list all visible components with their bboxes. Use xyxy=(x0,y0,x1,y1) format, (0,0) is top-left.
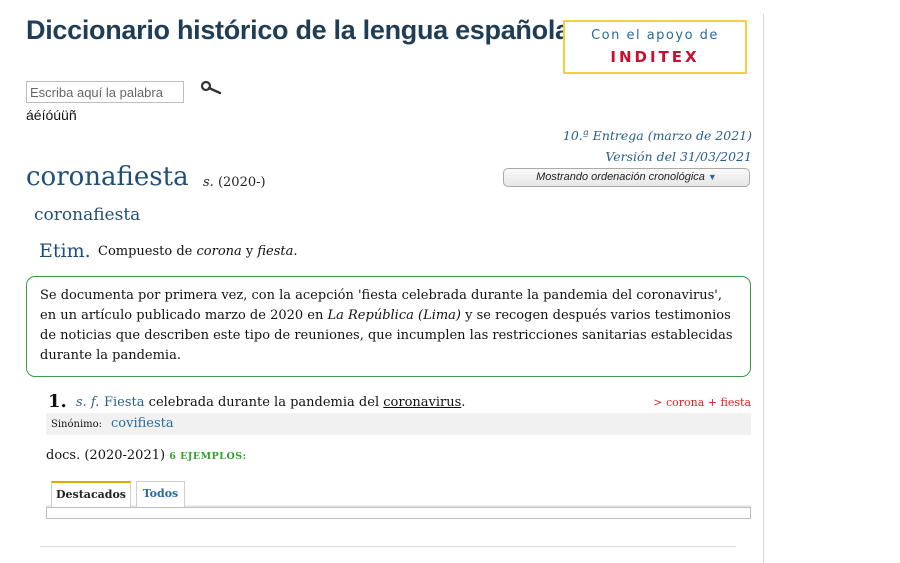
search-input[interactable] xyxy=(26,81,184,103)
etim-word-1: corona xyxy=(196,244,242,259)
sense-number: 1. xyxy=(48,391,67,412)
definition-link-fiesta[interactable]: Fiesta xyxy=(104,395,145,410)
definition-text: celebrada durante la pandemia del xyxy=(144,395,384,410)
sense-grammar: s. f. xyxy=(76,395,100,410)
tab-todos[interactable]: Todos xyxy=(136,481,185,507)
accent-characters[interactable]: áéíóúüñ xyxy=(26,107,77,123)
synonym-label: Sinónimo: xyxy=(51,419,103,430)
etim-mid: y xyxy=(241,244,258,259)
pos-date: (2020-) xyxy=(217,175,266,190)
tab-panel xyxy=(46,507,751,519)
definition-end: . xyxy=(461,395,466,410)
synonym-box: Sinónimo: covifiesta xyxy=(46,413,751,435)
headword: coronafiesta xyxy=(26,162,189,192)
sponsor-logo: INDITEX xyxy=(610,48,700,66)
pos-abbr: s. xyxy=(203,175,214,190)
etim-text: Compuesto de corona y fiesta. xyxy=(98,244,298,259)
entrega-label: 10.ª Entrega (marzo de 2021) xyxy=(562,128,752,143)
version-label: Versión del 31/03/2021 xyxy=(605,149,752,164)
tab-destacados[interactable]: Destacados xyxy=(51,481,131,507)
chevron-down-icon: ▼ xyxy=(707,172,717,182)
sense-1: 1. s. f. Fiesta celebrada durante la pan… xyxy=(46,391,751,413)
synonym-link[interactable]: covifiesta xyxy=(111,416,174,431)
etim-post: . xyxy=(293,244,298,259)
sense-definition: Fiesta celebrada durante la pandemia del… xyxy=(104,395,465,410)
sense-etymology: > corona + fiesta xyxy=(653,396,751,409)
ordering-label: Mostrando ordenación cronológica xyxy=(536,171,705,183)
ordering-dropdown[interactable]: Mostrando ordenación cronológica ▼ xyxy=(503,168,750,187)
definition-link-coronavirus[interactable]: coronavirus xyxy=(383,395,461,410)
page-title: Diccionario histórico de la lengua españ… xyxy=(26,15,570,45)
docs-range: docs. (2020-2021) xyxy=(46,448,166,463)
note-source: La República (Lima) xyxy=(327,308,462,323)
examples-count[interactable]: 6 EJEMPLOS: xyxy=(169,451,246,462)
usage-note: Se documenta por primera vez, con la ace… xyxy=(26,276,751,377)
search-icon[interactable] xyxy=(200,80,222,96)
examples-tabs: Destacados Todos xyxy=(46,481,751,519)
divider xyxy=(40,546,736,547)
etim-pre: Compuesto de xyxy=(98,244,197,259)
headword-pos: s. (2020-) xyxy=(203,175,266,190)
page-divider xyxy=(763,14,764,563)
sponsor-text: Con el apoyo de xyxy=(591,28,719,43)
etim-word-2: fiesta xyxy=(257,244,294,259)
sponsor-banner[interactable]: Con el apoyo de INDITEX xyxy=(563,20,747,74)
docs-line: docs. (2020-2021) 6 EJEMPLOS: xyxy=(46,448,247,463)
etim-label: Etim. xyxy=(39,240,91,262)
sub-headword: coronafiesta xyxy=(34,205,141,225)
